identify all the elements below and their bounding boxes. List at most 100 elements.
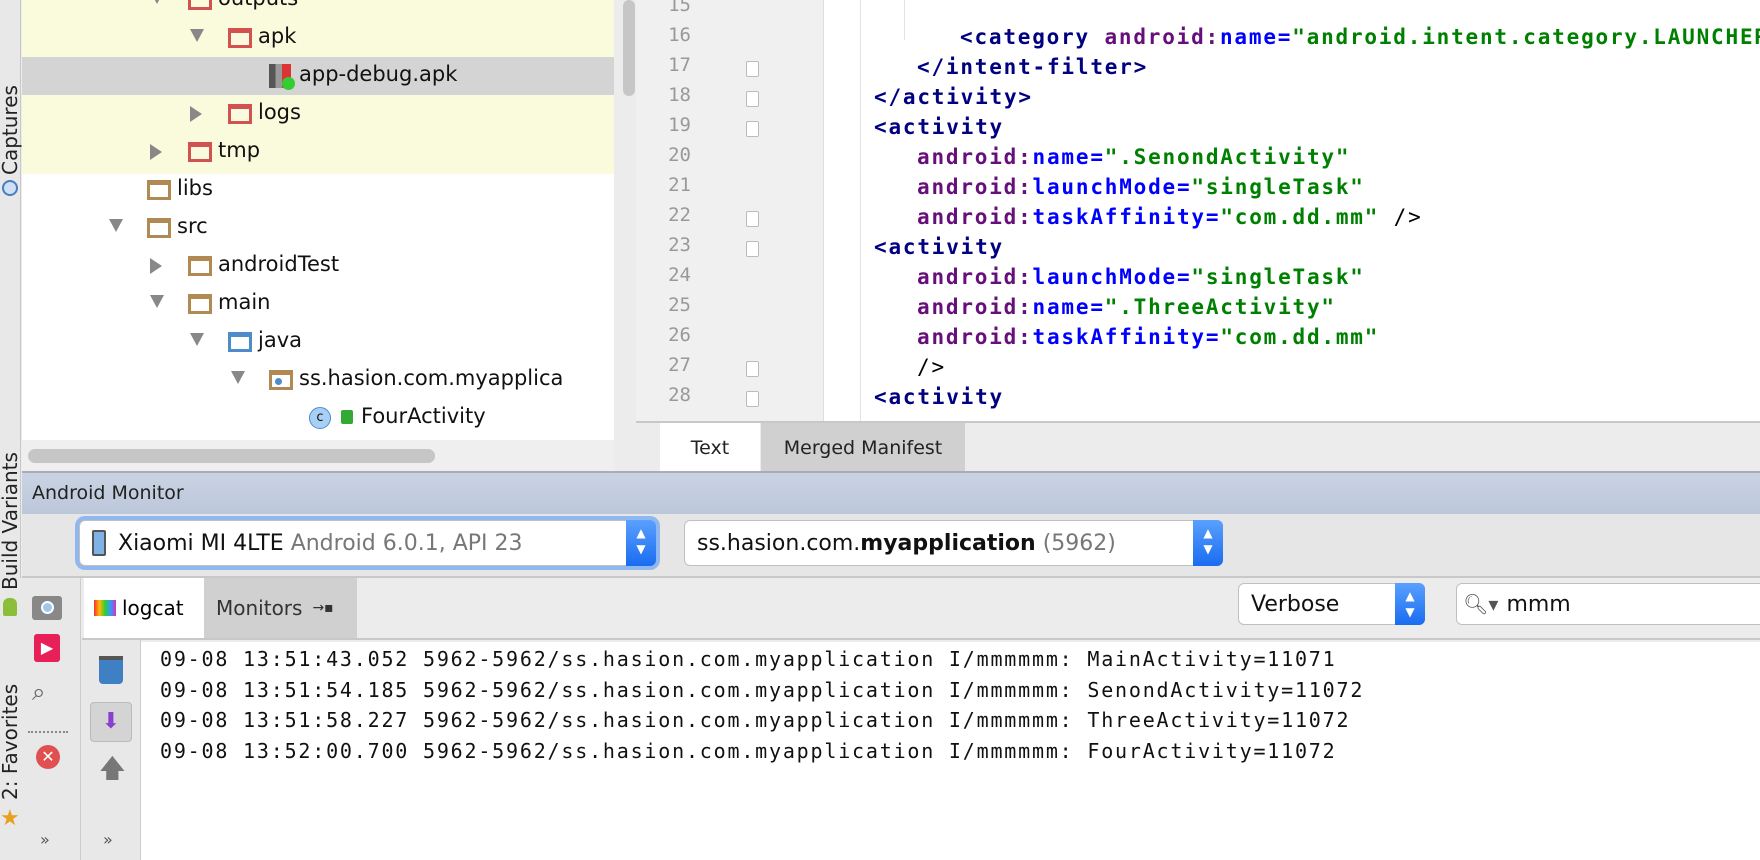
code-line: <activity — [874, 235, 1004, 259]
tree-item[interactable]: apk — [22, 19, 614, 57]
fold-end-icon[interactable] — [746, 61, 759, 77]
tree-item[interactable]: main — [22, 285, 614, 323]
collapsed-arrow-icon[interactable] — [150, 258, 162, 274]
tree-item-label: outputs — [218, 0, 298, 10]
tree-item[interactable]: app-debug.apk — [22, 57, 614, 95]
fold-start-icon[interactable] — [746, 391, 759, 407]
process-select[interactable]: ss.hasion.com. myapplication (5962) ▲ ▼ — [684, 520, 1223, 566]
stepper-icon: ▲ ▼ — [1193, 520, 1223, 566]
project-horizontal-scrollbar[interactable] — [28, 449, 435, 463]
tree-item[interactable]: androidTest — [22, 247, 614, 285]
collapsed-arrow-icon[interactable] — [190, 106, 202, 122]
tab-monitors[interactable]: Monitors →▪ — [204, 578, 357, 638]
code-token: /> — [917, 355, 946, 379]
folder-icon — [228, 332, 252, 352]
device-select[interactable]: Xiaomi MI 4LTE Android 6.0.1, API 23 ▲ ▼ — [79, 520, 656, 566]
code-token: <category — [960, 25, 1105, 49]
tree-item[interactable]: src — [22, 209, 614, 247]
folder-icon — [228, 104, 252, 124]
code-token: name= — [1032, 295, 1105, 319]
code-line: <activity — [874, 115, 1004, 139]
log-line[interactable]: 09-08 13:51:58.227 5962-5962/ss.hasion.c… — [160, 708, 1350, 732]
code-token: name= — [1219, 25, 1293, 49]
line-number: 24 — [668, 264, 691, 286]
expanded-arrow-icon[interactable] — [190, 333, 204, 346]
log-search-input[interactable]: 🔍︎▾ mmm — [1456, 583, 1760, 625]
fold-end-icon[interactable] — [746, 361, 759, 377]
collapsed-arrow-icon[interactable] — [150, 144, 162, 160]
clear-logcat-trash-icon[interactable] — [99, 656, 123, 684]
code-line: android:taskAffinity="com.dd.mm" /> — [917, 205, 1423, 229]
tree-item-label: app-debug.apk — [299, 62, 458, 86]
scroll-to-end-icon[interactable]: ⬇ — [90, 702, 132, 742]
tree-item-label: main — [218, 290, 271, 314]
line-number: 16 — [668, 24, 691, 46]
more-icon[interactable]: » — [40, 830, 50, 849]
fold-end-icon[interactable] — [746, 211, 759, 227]
captures-icon — [2, 180, 18, 196]
captures-tab[interactable]: Captures — [0, 85, 22, 175]
manifest-editor[interactable]: 15 16 <category android:name="android.inte… — [636, 0, 1760, 421]
code-line: android:name=".SenondActivity" — [917, 145, 1350, 169]
device-detail: Android 6.0.1, API 23 — [290, 530, 523, 556]
log-level-select[interactable]: Verbose ▲ ▼ — [1238, 583, 1425, 625]
code-token: <activity — [874, 235, 1004, 259]
log-line[interactable]: 09-08 13:52:00.700 5962-5962/ss.hasion.c… — [160, 739, 1337, 763]
code-token: android: — [917, 295, 1033, 319]
project-vertical-scrollbar[interactable] — [623, 0, 635, 96]
code-token: android: — [917, 325, 1033, 349]
expanded-arrow-icon[interactable] — [231, 371, 245, 384]
fold-end-icon[interactable] — [746, 91, 759, 107]
layout-inspector-icon[interactable]: ⌕ — [32, 678, 62, 708]
more-icon[interactable]: » — [103, 830, 113, 849]
tree-item-label: logs — [258, 100, 301, 124]
tree-item[interactable]: logs — [22, 95, 614, 133]
tool-window-strip: Captures Build Variants 2: Favorites ★ — [0, 0, 22, 860]
expanded-arrow-icon[interactable] — [150, 0, 164, 4]
tree-item[interactable]: ss.hasion.com.myapplica — [22, 361, 614, 399]
separator — [28, 731, 68, 733]
code-line: <category android:name="android.intent.c… — [960, 25, 1760, 49]
code-token: "com.dd.mm" — [1220, 205, 1380, 229]
code-line: android:launchMode="singleTask" — [917, 175, 1365, 199]
stepper-icon: ▲ ▼ — [1395, 583, 1425, 625]
tree-item[interactable]: outputs — [22, 0, 614, 19]
code-token: android: — [1104, 25, 1220, 49]
logcat-icon — [94, 600, 116, 616]
code-token: "android.intent.category.LAUNCHER" — [1292, 25, 1760, 49]
expanded-arrow-icon[interactable] — [190, 29, 204, 42]
tree-item[interactable]: libs — [22, 171, 614, 209]
line-number: 22 — [668, 204, 691, 226]
line-number: 17 — [668, 54, 691, 76]
indent-guide — [904, 0, 905, 40]
tree-item-label: FourActivity — [361, 404, 486, 428]
android-monitor-header: Android Monitor — [22, 471, 1760, 514]
expanded-arrow-icon[interactable] — [150, 295, 164, 308]
line-number: 23 — [668, 234, 691, 256]
expanded-arrow-icon[interactable] — [109, 219, 123, 232]
line-number: 20 — [668, 144, 691, 166]
up-arrow-icon[interactable]: 🡅 — [99, 750, 126, 794]
tab-text[interactable]: Text — [660, 423, 760, 473]
log-line[interactable]: 09-08 13:51:43.052 5962-5962/ss.hasion.c… — [160, 647, 1337, 671]
screen-record-icon[interactable]: ▶ — [34, 634, 60, 662]
tree-item[interactable]: c FourActivity — [22, 399, 614, 437]
tree-item[interactable]: tmp — [22, 133, 614, 171]
terminate-icon[interactable]: ✕ — [36, 745, 60, 769]
folder-icon — [147, 218, 171, 238]
line-number: 15 — [668, 0, 691, 16]
folder-icon — [188, 0, 212, 10]
monitor-tabs: logcat Monitors →▪ Verbose ▲ ▼ 🔍︎▾ mmm — [82, 578, 1760, 640]
logcat-output[interactable]: 09-08 13:51:43.052 5962-5962/ss.hasion.c… — [141, 642, 1760, 860]
screenshot-camera-icon[interactable] — [32, 596, 62, 620]
code-token: <activity — [874, 115, 1004, 139]
favorites-tab[interactable]: 2: Favorites — [0, 684, 22, 800]
log-line[interactable]: 09-08 13:51:54.185 5962-5962/ss.hasion.c… — [160, 678, 1364, 702]
fold-start-icon[interactable] — [746, 121, 759, 137]
tree-item[interactable]: java — [22, 323, 614, 361]
build-variants-tab[interactable]: Build Variants — [0, 452, 22, 590]
tab-merged-manifest[interactable]: Merged Manifest — [761, 423, 965, 473]
fold-start-icon[interactable] — [746, 241, 759, 257]
tab-logcat[interactable]: logcat — [84, 578, 204, 638]
code-token: ".SenondActivity" — [1104, 145, 1351, 169]
